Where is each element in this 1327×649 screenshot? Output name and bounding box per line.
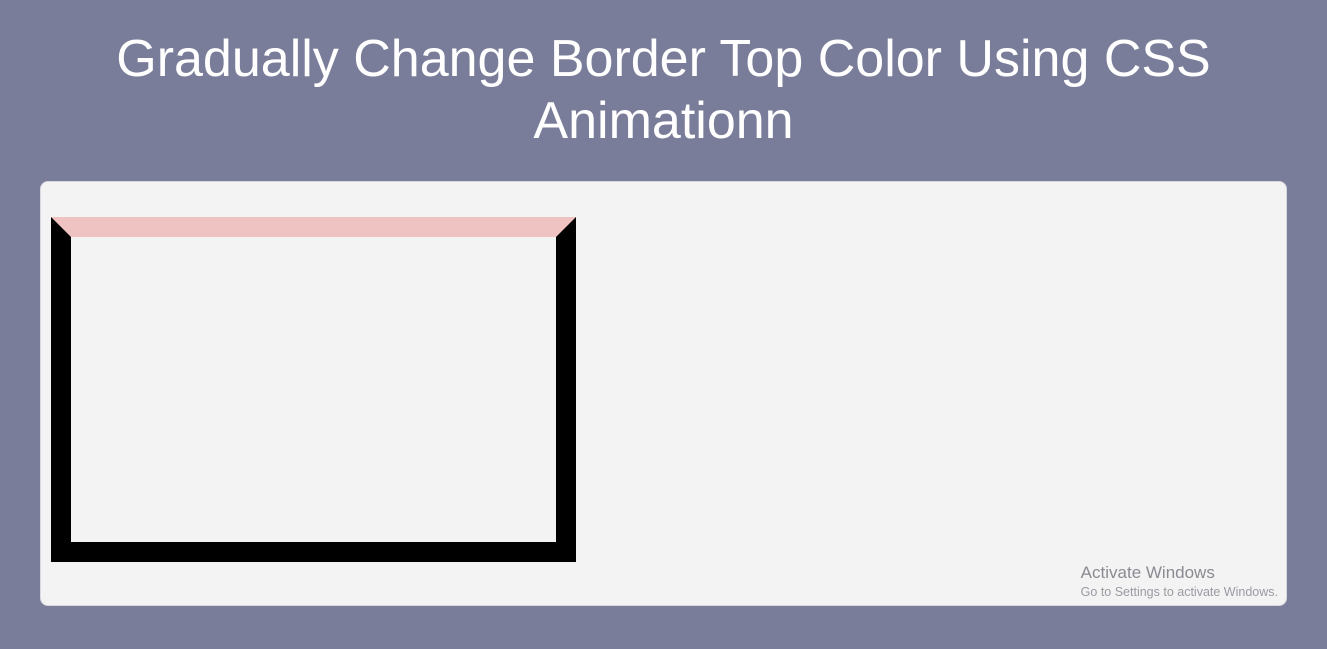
page-title: Gradually Change Border Top Color Using … [0, 0, 1327, 171]
watermark-title: Activate Windows [1081, 563, 1278, 583]
windows-activation-watermark: Activate Windows Go to Settings to activ… [1081, 563, 1278, 599]
content-panel: Activate Windows Go to Settings to activ… [40, 181, 1287, 606]
border-animation-demo-box [51, 217, 576, 562]
watermark-subtitle: Go to Settings to activate Windows. [1081, 585, 1278, 599]
